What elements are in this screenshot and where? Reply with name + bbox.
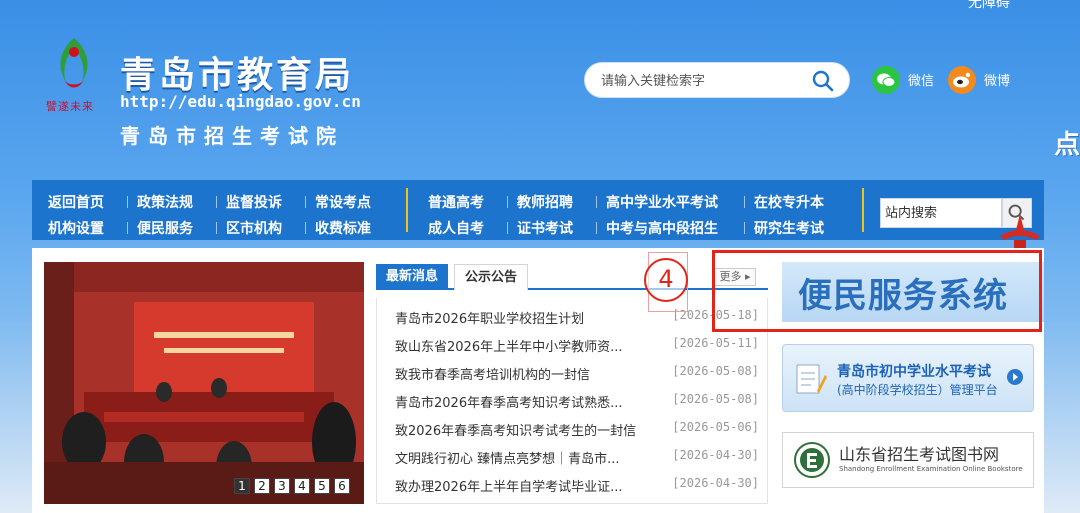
carousel-page-2[interactable]: 2 bbox=[254, 478, 270, 494]
carousel-page-1[interactable]: 1 bbox=[234, 478, 250, 494]
carousel-page-3[interactable]: 3 bbox=[274, 478, 290, 494]
junior-exam-subtitle: (高中阶段学校招生）管理平台 bbox=[837, 383, 998, 397]
list-item[interactable]: 致2026年春季高考知识考试考生的一封信 [2026-05-06] bbox=[395, 420, 761, 440]
meeting-photo bbox=[44, 262, 364, 504]
decoration-text: 点 bbox=[1054, 130, 1080, 160]
bookstore-title: 山东省招生考试图书网 bbox=[839, 445, 1000, 464]
nav-divider bbox=[744, 196, 745, 208]
nav-item-teacher[interactable]: 教师招聘 bbox=[517, 192, 573, 212]
list-item[interactable]: 致办理2026年上半年自学考试毕业证... [2026-04-30] bbox=[395, 476, 761, 496]
news-title[interactable]: 致我市春季高考培训机构的一封信 bbox=[395, 364, 590, 383]
news-title[interactable]: 青岛市2026年职业学校招生计划 bbox=[395, 308, 584, 327]
news-date: [2026-05-11] bbox=[672, 336, 759, 350]
news-title[interactable]: 青岛市2026年春季高考知识考试熟悉... bbox=[395, 392, 622, 411]
news-title[interactable]: 致2026年春季高考知识考试考生的一封信 bbox=[395, 420, 636, 439]
nav-divider bbox=[127, 196, 128, 208]
nav-item-zhongkao[interactable]: 中考与高中段招生 bbox=[606, 218, 718, 238]
site-title[interactable]: 青岛市教育局 bbox=[120, 46, 354, 98]
arrow-right-icon bbox=[1007, 369, 1023, 385]
search-icon[interactable] bbox=[811, 69, 835, 93]
site-search-input[interactable] bbox=[880, 198, 1002, 228]
nav-item-policy[interactable]: 政策法规 bbox=[137, 192, 193, 212]
nav-divider bbox=[127, 222, 128, 234]
nav-item-org[interactable]: 机构设置 bbox=[48, 218, 104, 238]
nav-item-home[interactable]: 返回首页 bbox=[48, 192, 104, 212]
nav-item-gaokao[interactable]: 普通高考 bbox=[428, 192, 484, 212]
news-photo-carousel[interactable]: 1 2 3 4 5 6 bbox=[44, 262, 364, 504]
junior-exam-platform-banner[interactable]: 青岛市初中学业水平考试 (高中阶段学校招生）管理平台 bbox=[782, 344, 1034, 412]
carousel-page-5[interactable]: 5 bbox=[314, 478, 330, 494]
bookstore-subtitle: Shandong Enrollment Examination Online B… bbox=[839, 465, 1023, 473]
nav-divider bbox=[305, 222, 306, 234]
bookstore-logo-icon bbox=[794, 442, 830, 478]
news-title[interactable]: 文明践行初心 臻情点亮梦想｜青岛市... bbox=[395, 448, 620, 467]
news-tabs: 最新消息 公示公告 bbox=[376, 264, 768, 290]
nav-divider bbox=[507, 196, 508, 208]
list-item[interactable]: 青岛市2026年职业学校招生计划 [2026-05-18] bbox=[395, 308, 761, 328]
carousel-page-6[interactable]: 6 bbox=[334, 478, 350, 494]
carousel-pager: 1 2 3 4 5 6 bbox=[234, 478, 350, 494]
nav-item-postgrad[interactable]: 研究生考试 bbox=[754, 218, 824, 238]
search-input[interactable] bbox=[601, 69, 801, 93]
list-item[interactable]: 青岛市2026年春季高考知识考试熟悉... [2026-05-08] bbox=[395, 392, 761, 412]
nav-item-complaint[interactable]: 监督投诉 bbox=[226, 192, 282, 212]
site-subtitle: 青岛市招生考试院 bbox=[120, 124, 344, 148]
wechat-label[interactable]: 微信 bbox=[908, 70, 934, 89]
carousel-page-4[interactable]: 4 bbox=[294, 478, 310, 494]
tab-latest-news[interactable]: 最新消息 bbox=[376, 264, 449, 290]
logo-motto: 譬遂未来 bbox=[46, 100, 94, 113]
weibo-icon[interactable] bbox=[948, 66, 976, 94]
news-date: [2026-04-30] bbox=[672, 476, 759, 490]
nav-item-district[interactable]: 区市机构 bbox=[226, 218, 282, 238]
nav-item-certificate[interactable]: 证书考试 bbox=[517, 218, 573, 238]
annotation-highlight-box bbox=[712, 250, 1042, 332]
nav-item-service[interactable]: 便民服务 bbox=[137, 218, 193, 238]
nav-divider bbox=[744, 222, 745, 234]
document-pen-icon bbox=[796, 364, 827, 394]
nav-item-exam-sites[interactable]: 常设考点 bbox=[315, 192, 371, 212]
annotation-number-marker: 4 bbox=[644, 258, 688, 302]
accessibility-link[interactable]: 无障碍 bbox=[968, 0, 1010, 12]
nav-item-fees[interactable]: 收费标准 bbox=[315, 218, 371, 238]
list-item[interactable]: 致我市春季高考培训机构的一封信 [2026-05-08] bbox=[395, 364, 761, 384]
news-title[interactable]: 致山东省2026年上半年中小学教师资... bbox=[395, 336, 622, 355]
bookstore-banner[interactable]: 山东省招生考试图书网 Shandong Enrollment Examinati… bbox=[782, 432, 1034, 488]
nav-gold-divider bbox=[406, 188, 408, 232]
nav-item-proficiency[interactable]: 高中学业水平考试 bbox=[606, 192, 718, 212]
news-date: [2026-05-06] bbox=[672, 420, 759, 434]
nav-gold-divider bbox=[862, 188, 864, 232]
nav-item-adult[interactable]: 成人自考 bbox=[428, 218, 484, 238]
news-date: [2026-04-30] bbox=[672, 448, 759, 462]
news-date: [2026-05-08] bbox=[672, 392, 759, 406]
nav-divider bbox=[216, 196, 217, 208]
list-item[interactable]: 文明践行初心 臻情点亮梦想｜青岛市... [2026-04-30] bbox=[395, 448, 761, 468]
nav-divider bbox=[596, 222, 597, 234]
nav-divider bbox=[216, 222, 217, 234]
list-item[interactable]: 致山东省2026年上半年中小学教师资... [2026-05-11] bbox=[395, 336, 761, 356]
header-search bbox=[584, 62, 850, 98]
nav-divider bbox=[507, 222, 508, 234]
wechat-icon[interactable] bbox=[872, 66, 900, 94]
news-date: [2026-05-08] bbox=[672, 364, 759, 378]
main-nav: 返回首页 政策法规 监督投诉 常设考点 普通高考 教师招聘 高中学业水平考试 在… bbox=[32, 180, 1044, 240]
nav-item-upgrade[interactable]: 在校专升本 bbox=[754, 192, 824, 212]
news-title[interactable]: 致办理2026年上半年自学考试毕业证... bbox=[395, 476, 622, 495]
site-url: http://edu.qingdao.gov.cn bbox=[120, 92, 361, 111]
nav-divider bbox=[596, 196, 597, 208]
junior-exam-title: 青岛市初中学业水平考试 bbox=[837, 364, 991, 380]
news-list: 青岛市2026年职业学校招生计划 [2026-05-18] 致山东省2026年上… bbox=[376, 298, 768, 504]
weibo-label[interactable]: 微博 bbox=[984, 70, 1010, 89]
tab-announcements[interactable]: 公示公告 bbox=[454, 264, 529, 290]
nav-divider bbox=[305, 196, 306, 208]
logo-emblem-icon bbox=[60, 38, 88, 88]
